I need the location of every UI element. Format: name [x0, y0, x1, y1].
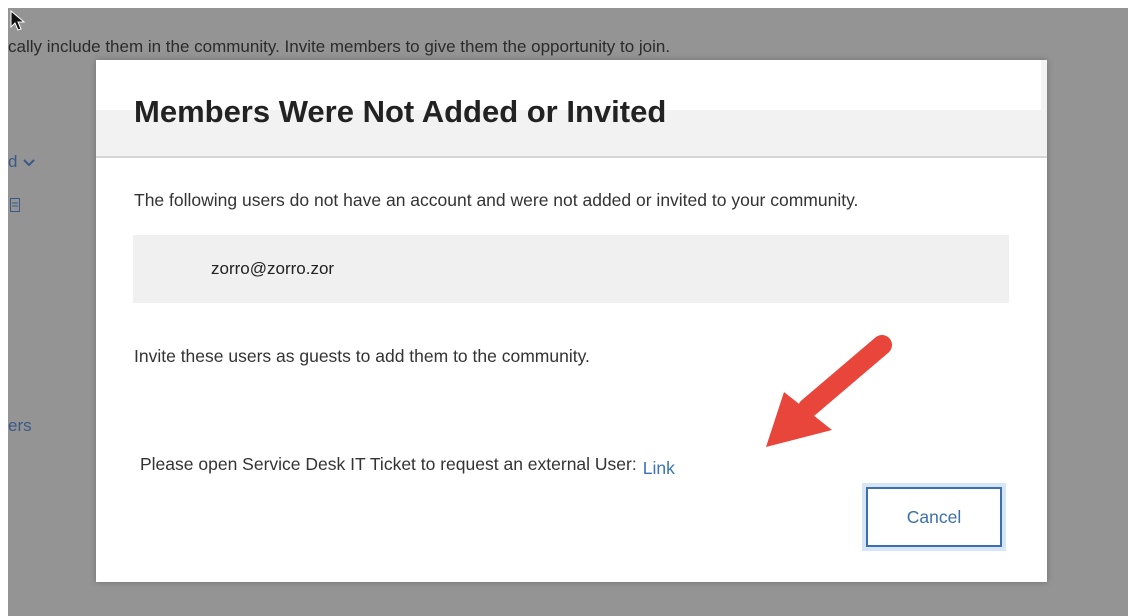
- service-desk-notice: Please open Service Desk IT Ticket to re…: [140, 454, 675, 478]
- user-list-item: zorro@zorro.zor: [211, 259, 335, 278]
- members-not-added-dialog: Members Were Not Added or Invited The fo…: [96, 60, 1047, 582]
- mouse-pointer-icon: [10, 10, 26, 31]
- service-desk-text: Please open Service Desk IT Ticket to re…: [140, 454, 637, 474]
- background-members-fragment: ers: [8, 416, 32, 435]
- dialog-header: Members Were Not Added or Invited: [96, 60, 1047, 158]
- dialog-title: Members Were Not Added or Invited: [134, 94, 667, 129]
- dialog-description: The following users do not have an accou…: [134, 190, 859, 210]
- background-dropdown-label: d: [8, 152, 18, 171]
- background-dropdown-fragment: d: [8, 152, 35, 172]
- background-info-text: cally include them in the community. Inv…: [8, 37, 671, 56]
- left-edge: [0, 0, 8, 616]
- invite-instructions: Invite these users as guests to add them…: [134, 346, 590, 366]
- top-edge: [0, 0, 1128, 8]
- cancel-button[interactable]: Cancel: [866, 487, 1002, 547]
- chevron-down-icon: [23, 159, 35, 167]
- user-list: zorro@zorro.zor: [133, 235, 1009, 303]
- service-desk-link[interactable]: Link: [643, 458, 675, 478]
- document-icon: [10, 198, 20, 212]
